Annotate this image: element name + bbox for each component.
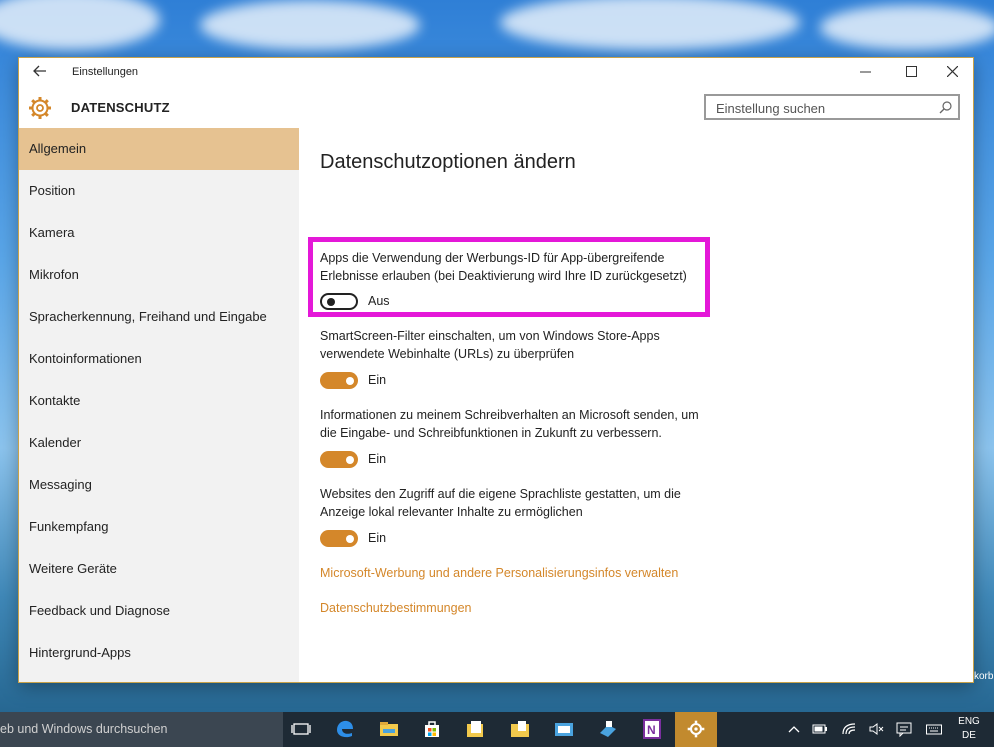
sidebar-item-allgemein[interactable]: Allgemein — [19, 128, 299, 170]
chevron-up-icon[interactable] — [786, 721, 802, 737]
taskbar-search-text: eb und Windows durchsuchen — [0, 722, 168, 736]
sidebar: Allgemein Position Kamera Mikrofon Sprac… — [19, 128, 299, 682]
language-indicator[interactable]: ENG DE — [956, 715, 982, 743]
gear-icon — [29, 97, 51, 119]
option-text-sprachliste: Websites den Zugriff auf die eigene Spra… — [320, 487, 681, 519]
keyboard-layout-code: DE — [962, 730, 976, 741]
sidebar-item-position[interactable]: Position — [19, 170, 299, 212]
sidebar-item-hintergrund-apps[interactable]: Hintergrund-Apps — [19, 632, 299, 674]
edge-icon[interactable] — [333, 717, 357, 741]
option-text-smartscreen: SmartScreen-Filter einschalten, um von W… — [320, 329, 660, 361]
toggle-state-label: Aus — [368, 294, 390, 308]
close-icon — [946, 65, 958, 78]
toggle-werbungs-id[interactable] — [320, 293, 358, 310]
section-title: DATENSCHUTZ — [71, 100, 170, 115]
settings-icon — [687, 720, 705, 738]
settings-search-box[interactable] — [704, 94, 960, 120]
search-icon — [939, 101, 952, 114]
wifi-icon[interactable] — [841, 721, 857, 737]
toggle-state-label: Ein — [368, 452, 387, 466]
svg-text:N: N — [647, 723, 656, 737]
close-button[interactable] — [932, 60, 972, 86]
image-viewer-icon[interactable] — [552, 717, 576, 741]
action-center-icon[interactable] — [896, 721, 912, 737]
network-drive-icon[interactable] — [596, 717, 620, 741]
taskbar: eb und Windows durchsuchen N ENG DE — [0, 712, 994, 747]
toggle-knob — [346, 534, 354, 543]
sidebar-item-mikrofon[interactable]: Mikrofon — [19, 254, 299, 296]
settings-window: Einstellungen DATENSCHUTZ Einstellung su… — [19, 58, 973, 682]
settings-header: DATENSCHUTZ — [19, 88, 973, 128]
link-datenschutzbestimmungen[interactable]: Datenschutzbestimmungen — [320, 601, 471, 615]
taskbar-settings-active[interactable] — [675, 712, 717, 747]
maximize-icon — [905, 66, 917, 77]
task-view-icon[interactable] — [289, 717, 313, 741]
sidebar-item-kontakte[interactable]: Kontakte — [19, 380, 299, 422]
battery-icon[interactable] — [812, 721, 828, 737]
toggle-state-label: Ein — [368, 531, 387, 545]
link-werbung-personalisierung[interactable]: Microsoft-Werbung und andere Personalisi… — [320, 566, 678, 580]
back-arrow-icon — [33, 65, 46, 77]
window-title: Einstellungen — [72, 66, 139, 78]
toggle-knob — [346, 455, 354, 464]
document-folder-icon[interactable] — [463, 717, 487, 741]
sidebar-item-funkempfang[interactable]: Funkempfang — [19, 506, 299, 548]
toggle-smartscreen[interactable] — [320, 372, 358, 389]
recycle-bin-label: korb — [974, 671, 994, 682]
sidebar-item-kalender[interactable]: Kalender — [19, 422, 299, 464]
toggle-knob — [327, 297, 335, 306]
sidebar-item-spracherkennung[interactable]: Spracherkennung, Freihand und Eingabe — [19, 296, 299, 338]
option-text-werbungs-id: Apps die Verwendung der Werbungs-ID für … — [320, 251, 687, 283]
toggle-state-label: Ein — [368, 373, 387, 387]
minimize-button[interactable] — [845, 60, 885, 86]
page-heading: Datenschutzoptionen ändern — [320, 151, 576, 173]
taskbar-search[interactable]: eb und Windows durchsuchen — [0, 712, 283, 747]
title-bar: Einstellungen — [19, 58, 973, 88]
folder-icon[interactable] — [508, 717, 532, 741]
main-content: Datenschutzoptionen ändern Apps die Verw… — [299, 128, 973, 682]
sidebar-item-weitere-geraete[interactable]: Weitere Geräte — [19, 548, 299, 590]
store-icon[interactable] — [420, 717, 444, 741]
sidebar-item-kontoinformationen[interactable]: Kontoinformationen — [19, 338, 299, 380]
onenote-icon[interactable]: N — [640, 717, 664, 741]
back-button[interactable] — [29, 63, 51, 83]
sidebar-item-feedback-diagnose[interactable]: Feedback und Diagnose — [19, 590, 299, 632]
sidebar-item-kamera[interactable]: Kamera — [19, 212, 299, 254]
speaker-muted-icon[interactable] — [868, 721, 884, 737]
language-code: ENG — [958, 716, 980, 727]
keyboard-icon[interactable] — [926, 721, 942, 737]
sidebar-item-messaging[interactable]: Messaging — [19, 464, 299, 506]
explorer-icon[interactable] — [377, 717, 401, 741]
toggle-schreibverhalten[interactable] — [320, 451, 358, 468]
toggle-knob — [346, 376, 354, 385]
toggle-sprachliste[interactable] — [320, 530, 358, 547]
search-input[interactable] — [714, 99, 938, 117]
minimize-icon — [859, 71, 871, 73]
maximize-button[interactable] — [891, 60, 931, 86]
option-text-schreibverhalten: Informationen zu meinem Schreibverhalten… — [320, 408, 699, 440]
